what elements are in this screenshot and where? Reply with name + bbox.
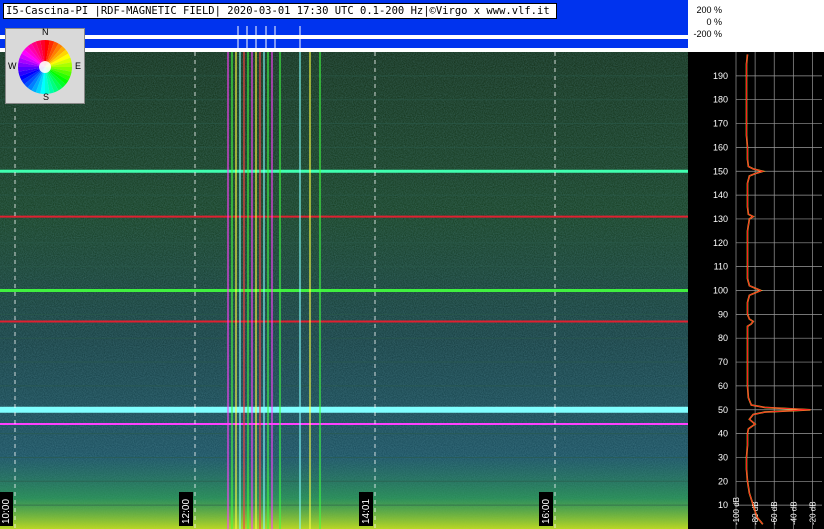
compass-east-label: E bbox=[75, 61, 82, 71]
spectrum-y-tick-label: 140 bbox=[713, 190, 728, 200]
time-tick-label: 12:00 bbox=[181, 499, 192, 524]
spectrum-y-tick-label: 190 bbox=[713, 71, 728, 81]
spectrogram-low-frequency-band bbox=[0, 452, 688, 529]
amplitude-strip bbox=[0, 22, 688, 52]
time-tick-label: 10:00 bbox=[1, 499, 12, 524]
spectrum-y-tick-label: 50 bbox=[718, 405, 728, 415]
spectrum-y-tick-label: 10 bbox=[718, 500, 728, 510]
spectrum-x-tick-label: -60 dB bbox=[770, 501, 779, 525]
amplitude-label-max: 200 % bbox=[696, 5, 722, 15]
header-bar: I5-Cascina-PI |RDF-MAGNETIC FIELD| 2020-… bbox=[0, 0, 688, 52]
spectrum-x-tick-label: -40 dB bbox=[789, 501, 798, 525]
amplitude-label-zero: 0 % bbox=[706, 17, 722, 27]
amplitude-label-min: -200 % bbox=[693, 29, 722, 39]
spectrum-x-tick-label: -100 dB bbox=[732, 497, 741, 525]
spectrum-y-tick-label: 180 bbox=[713, 95, 728, 105]
compass-north-label: N bbox=[42, 27, 49, 37]
spectrum-y-tick-label: 170 bbox=[713, 119, 728, 129]
spectrum-y-tick-label: 160 bbox=[713, 142, 728, 152]
spectrum-y-tick-label: 70 bbox=[718, 357, 728, 367]
compass-center bbox=[39, 61, 51, 73]
spectrum-y-tick-label: 40 bbox=[718, 429, 728, 439]
compass-west-label: W bbox=[8, 61, 17, 71]
spectrum-y-tick-label: 150 bbox=[713, 166, 728, 176]
spectrum-y-tick-label: 120 bbox=[713, 238, 728, 248]
time-tick-label: 16:00 bbox=[541, 499, 552, 524]
spectrogram-chart: 10:00 12:00 14:01 16:00 bbox=[0, 52, 688, 529]
spectrum-y-tick-label: 90 bbox=[718, 309, 728, 319]
spectrum-y-tick-label: 130 bbox=[713, 214, 728, 224]
amplitude-trace-band bbox=[0, 35, 688, 39]
spectrum-y-tick-label: 30 bbox=[718, 452, 728, 462]
direction-compass: N S E W bbox=[5, 27, 85, 104]
spectrum-y-tick-label: 100 bbox=[713, 286, 728, 296]
spectrum-y-tick-label: 80 bbox=[718, 333, 728, 343]
spectrum-y-tick-label: 20 bbox=[718, 476, 728, 486]
chart-title: I5-Cascina-PI |RDF-MAGNETIC FIELD| 2020-… bbox=[3, 3, 557, 19]
time-tick-label: 14:01 bbox=[361, 499, 372, 524]
spectrum-y-tick-label: 110 bbox=[714, 262, 728, 272]
spectrum-chart: 10 20 30 40 50 60 70 80 90 100 110 120 130 140 150 160 1… bbox=[688, 52, 824, 529]
amplitude-scale: 200 % 0 % -200 % bbox=[688, 4, 722, 40]
compass-south-label: S bbox=[43, 92, 50, 102]
spectrum-y-tick-label: 60 bbox=[718, 381, 728, 391]
spectrum-x-tick-label: -20 dB bbox=[808, 501, 817, 525]
